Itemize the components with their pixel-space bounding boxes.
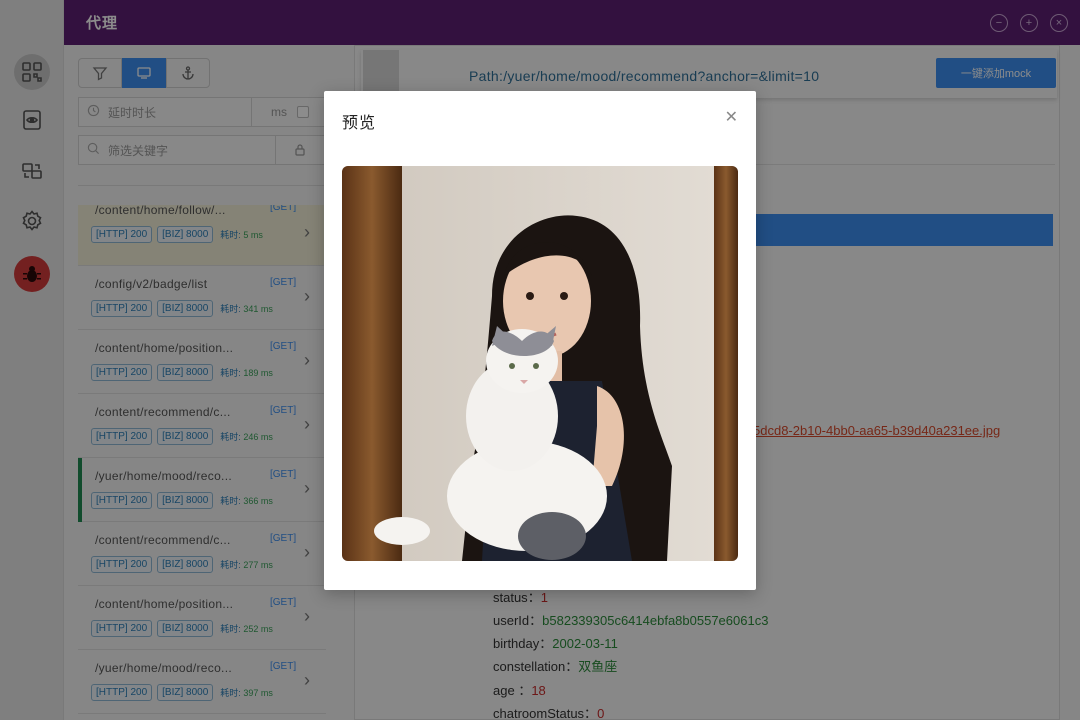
app-window: 代理 − + × 延时时长 ms 筛选关键字 /content/home/fol… bbox=[0, 0, 1080, 720]
image-preview-modal: 预览 ✕ bbox=[324, 91, 756, 590]
close-icon[interactable]: ✕ bbox=[725, 107, 738, 127]
modal-title: 预览 bbox=[342, 115, 377, 132]
preview-image bbox=[342, 166, 738, 561]
